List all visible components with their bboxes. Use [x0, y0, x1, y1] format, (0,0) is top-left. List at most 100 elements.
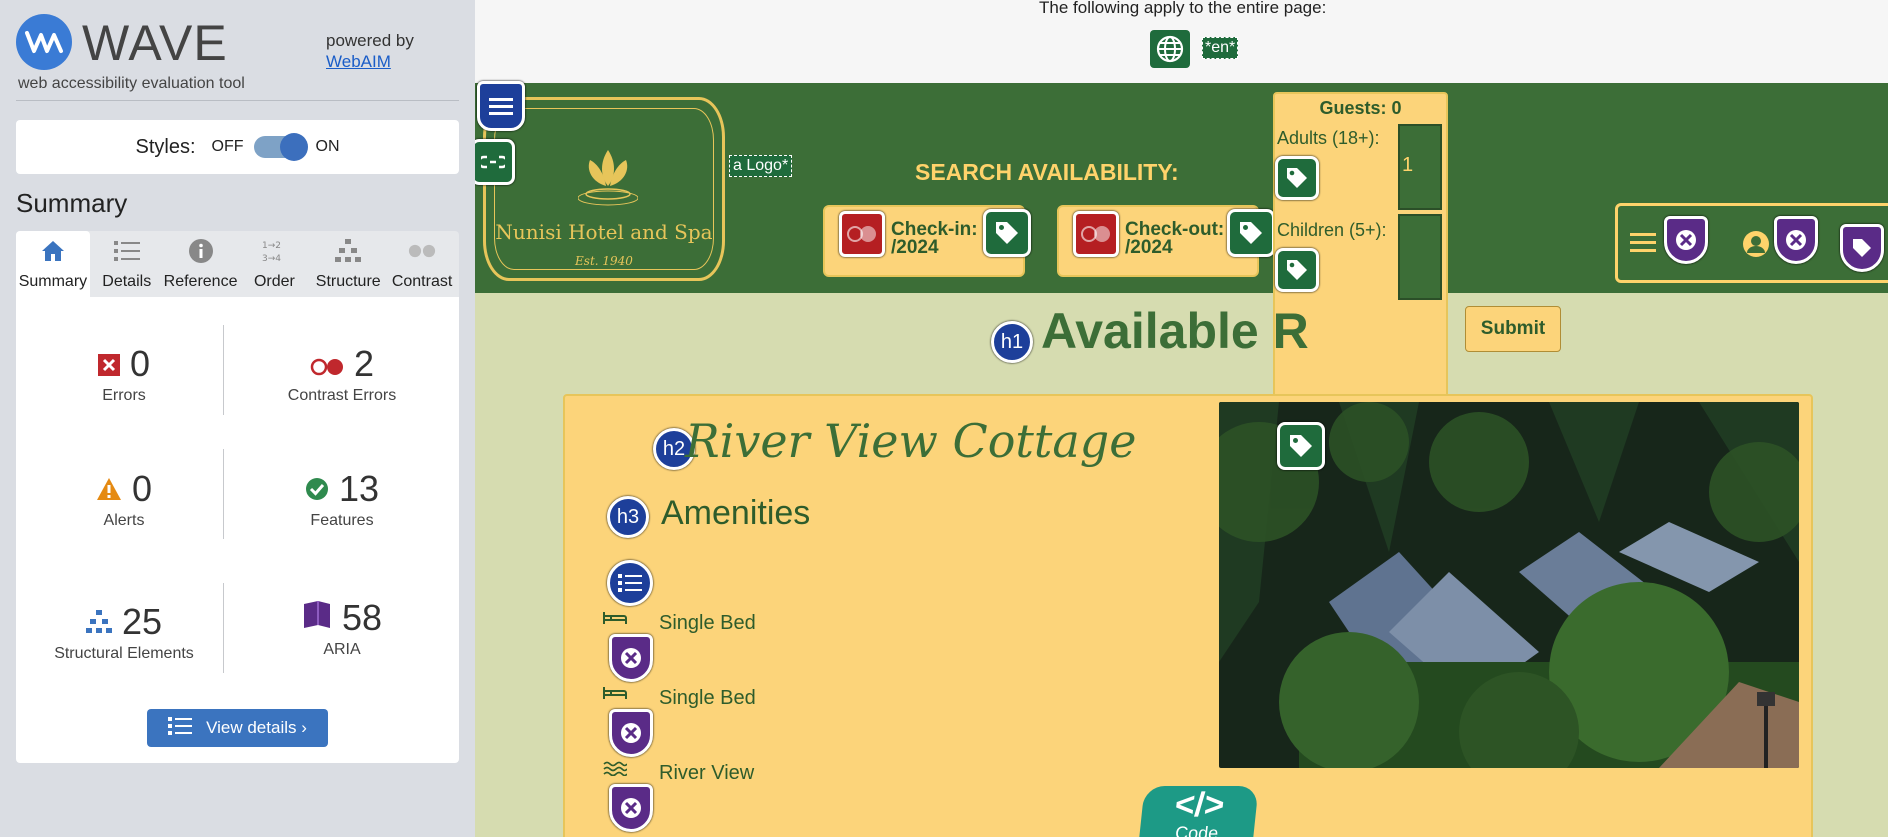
styles-label: Styles:: [135, 135, 196, 158]
heading-h1-icon[interactable]: h1: [991, 321, 1033, 363]
stat-errors[interactable]: 0 Errors: [24, 343, 224, 405]
stat-contrast-errors[interactable]: 2 Contrast Errors: [242, 343, 442, 405]
checkin-value: /2024: [891, 237, 939, 258]
stat-aria[interactable]: 58 ARIA: [242, 597, 442, 659]
submit-button[interactable]: Submit: [1465, 306, 1561, 352]
language-tag: *en*: [1202, 37, 1239, 59]
styles-toggle-box: Styles: OFF ON: [16, 120, 459, 174]
aria-count: 58: [341, 597, 383, 638]
features-label: Features: [310, 512, 374, 529]
svg-text:3→4: 3→4: [262, 254, 281, 264]
adults-label: Adults (18+):: [1277, 128, 1380, 148]
tab-label: Contrast: [391, 273, 453, 290]
code-toggle-button[interactable]: </> Code: [1137, 786, 1259, 837]
language-globe-icon[interactable]: [1150, 30, 1190, 68]
contrast-error-icon: [310, 343, 344, 385]
divider: [223, 583, 224, 673]
home-icon: [39, 237, 67, 265]
stat-alerts[interactable]: 0 Alerts: [24, 468, 224, 530]
tab-order[interactable]: 1→2 3→4 Order: [237, 231, 311, 297]
view-details-label: View details ›: [206, 718, 307, 737]
styles-on-label: ON: [315, 138, 340, 155]
tag-icon[interactable]: [1275, 156, 1319, 200]
aria-label-icon[interactable]: [1664, 216, 1708, 264]
nav-menu-bar: [1615, 203, 1888, 283]
alt-text-tag: a Logo*: [729, 155, 793, 177]
contrast-error-icon[interactable]: [1073, 211, 1119, 257]
structural-label: Structural Elements: [54, 645, 194, 662]
amenities-heading: Amenities: [661, 494, 811, 532]
tab-details[interactable]: Details: [90, 231, 164, 297]
menu-icon[interactable]: [477, 81, 525, 131]
bed-icon: [603, 685, 627, 706]
search-availability-label: SEARCH AVAILABILITY:: [915, 159, 1179, 185]
room-card: h2 River View Cottage h3 Amenities Singl…: [563, 394, 1813, 837]
site-header: Nunisi Hotel and Spa Est. 1940 a Logo* S…: [475, 81, 1888, 293]
contrast-errors-count: 2: [353, 343, 375, 384]
tag-icon[interactable]: [1227, 209, 1275, 257]
tab-label: Summary: [18, 273, 88, 290]
errors-label: Errors: [102, 387, 146, 404]
adults-input[interactable]: 1: [1398, 124, 1442, 210]
toggle-knob: [279, 133, 308, 161]
wave-tabs: Summary Details Reference 1→2 3→4 Order S…: [16, 231, 459, 297]
wave-sidebar: WAVE web accessibility evaluation tool p…: [0, 0, 475, 837]
children-input[interactable]: [1398, 214, 1442, 300]
tag-icon[interactable]: [983, 209, 1031, 257]
list-icon: [113, 237, 141, 265]
checkin-label: Check-in:/2024: [891, 220, 978, 258]
errors-count: 0: [129, 343, 151, 384]
amenity-item: Single Bed: [659, 612, 756, 634]
tab-reference[interactable]: Reference: [164, 231, 237, 297]
contrast-errors-label: Contrast Errors: [287, 387, 397, 404]
webaim-link[interactable]: WebAIM: [326, 52, 391, 71]
user-icon[interactable]: [1742, 230, 1770, 263]
divider: [223, 449, 224, 539]
list-icon[interactable]: [607, 560, 653, 606]
info-icon: [187, 237, 215, 265]
aria-tag-icon[interactable]: [1840, 224, 1884, 272]
structure-icon: [334, 237, 362, 265]
aria-label-icon[interactable]: [609, 709, 653, 757]
hamburger-icon[interactable]: [1630, 232, 1656, 259]
wave-title: WAVE: [82, 15, 228, 71]
checkout-label: Check-out:/2024: [1125, 220, 1224, 258]
aria-label-icon[interactable]: [609, 634, 653, 682]
aria-label-icon[interactable]: [1774, 216, 1818, 264]
alerts-label: Alerts: [103, 512, 145, 529]
tab-label: Order: [253, 273, 295, 290]
tag-icon[interactable]: [1275, 248, 1319, 292]
aria-label-icon[interactable]: [609, 784, 653, 832]
tab-structure[interactable]: Structure: [311, 231, 385, 297]
alerts-count: 0: [131, 468, 153, 509]
list-icon: [168, 716, 193, 741]
children-label: Children (5+):: [1277, 220, 1387, 240]
code-icon: </>: [1173, 786, 1227, 824]
svg-text:1→2: 1→2: [262, 241, 281, 251]
stat-features[interactable]: 13 Features: [242, 468, 442, 530]
aria-label: ARIA: [323, 641, 361, 658]
tag-icon[interactable]: [1277, 422, 1325, 470]
water-icon: [603, 760, 628, 781]
summary-heading: Summary: [16, 188, 128, 218]
alert-icon: [96, 468, 122, 510]
page-preview: The following apply to the entire page: …: [475, 0, 1888, 837]
styles-toggle[interactable]: [253, 133, 308, 161]
wave-subtitle: web accessibility evaluation tool: [18, 75, 245, 92]
contrast-error-icon[interactable]: [839, 211, 885, 257]
guests-label: Guests: 0: [1319, 98, 1402, 118]
available-rooms-heading: Available R: [1041, 303, 1309, 359]
hotel-est: Est. 1940: [575, 254, 633, 268]
tab-summary[interactable]: Summary: [16, 231, 90, 297]
checkout-value: /2024: [1125, 237, 1173, 258]
tab-contrast[interactable]: Contrast: [385, 231, 459, 297]
powered-by: powered by WebAIM: [326, 30, 414, 72]
heading-h3-icon[interactable]: h3: [607, 496, 649, 538]
stat-structural[interactable]: 25 Structural Elements: [24, 601, 224, 663]
bed-icon: [603, 610, 627, 631]
view-details-button[interactable]: View details ›: [147, 709, 328, 747]
link-icon[interactable]: [475, 139, 515, 185]
powered-by-text: powered by: [326, 31, 414, 50]
page-level-bar: The following apply to the entire page: …: [475, 0, 1888, 83]
tab-label: Structure: [315, 273, 381, 290]
